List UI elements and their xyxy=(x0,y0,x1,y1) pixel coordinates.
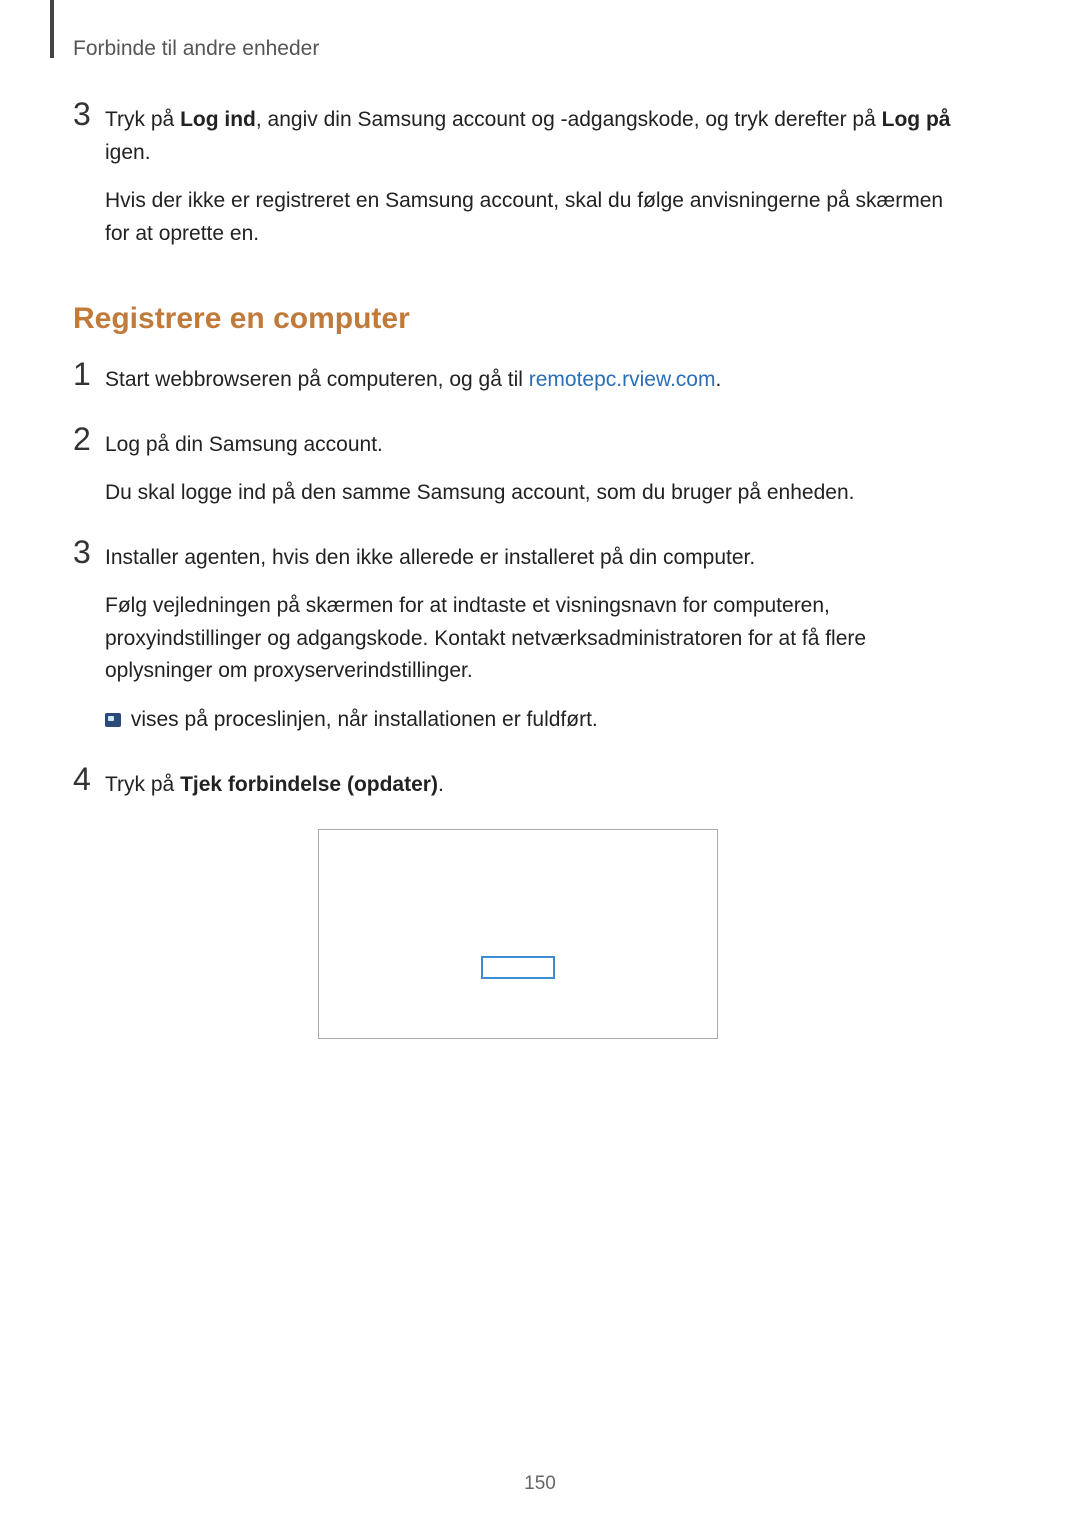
page-content: 3 Tryk på Log ind, angiv din Samsung acc… xyxy=(73,100,963,1039)
bold-text: Log på xyxy=(882,108,951,131)
top-step-3: 3 Tryk på Log ind, angiv din Samsung acc… xyxy=(73,100,963,250)
paragraph: Hvis der ikke er registreret en Samsung … xyxy=(105,185,963,250)
paragraph: Følg vejledningen på skærmen for at indt… xyxy=(105,590,963,688)
paragraph: vises på proceslinjen, når installatione… xyxy=(105,704,963,737)
step-body: Installer agenten, hvis den ikke allered… xyxy=(105,542,963,737)
step-body: Log på din Samsung account. Du skal logg… xyxy=(105,429,854,510)
bold-text: Tjek forbindelse (opdater) xyxy=(180,773,438,796)
paragraph: Start webbrowseren på computeren, og gå … xyxy=(105,364,721,397)
paragraph: Installer agenten, hvis den ikke allered… xyxy=(105,542,963,575)
monitor-tray-icon xyxy=(105,713,121,727)
step-body: Start webbrowseren på computeren, og gå … xyxy=(105,364,721,397)
step-number: 3 xyxy=(73,98,105,130)
step-number: 1 xyxy=(73,358,105,390)
screenshot-placeholder xyxy=(318,829,718,1039)
step-4: 4 Tryk på Tjek forbindelse (opdater). xyxy=(73,765,963,802)
paragraph: Tryk på Log ind, angiv din Samsung accou… xyxy=(105,104,963,169)
step-number: 4 xyxy=(73,763,105,795)
bold-text: Log ind xyxy=(180,108,256,131)
step-body: Tryk på Tjek forbindelse (opdater). xyxy=(105,769,444,802)
text: . xyxy=(438,773,444,796)
step-1: 1 Start webbrowseren på computeren, og g… xyxy=(73,360,963,397)
breadcrumb-header: Forbinde til andre enheder xyxy=(73,37,319,61)
text: , angiv din Samsung account og -adgangsk… xyxy=(256,108,882,131)
step-2: 2 Log på din Samsung account. Du skal lo… xyxy=(73,425,963,510)
text: . xyxy=(715,368,721,391)
highlighted-button-outline xyxy=(481,956,555,979)
link-text: remotepc.rview.com xyxy=(529,368,716,391)
paragraph: Log på din Samsung account. xyxy=(105,429,854,462)
text: Tryk på xyxy=(105,108,180,131)
paragraph: Tryk på Tjek forbindelse (opdater). xyxy=(105,769,444,802)
page-number: 150 xyxy=(0,1473,1080,1495)
text: igen. xyxy=(105,141,151,164)
header-rule xyxy=(50,0,54,58)
text: Tryk på xyxy=(105,773,180,796)
step-number: 3 xyxy=(73,536,105,568)
text: vises på proceslinjen, når installatione… xyxy=(125,708,598,731)
text: Start webbrowseren på computeren, og gå … xyxy=(105,368,529,391)
section-heading: Registrere en computer xyxy=(73,302,963,336)
step-body: Tryk på Log ind, angiv din Samsung accou… xyxy=(105,104,963,250)
step-number: 2 xyxy=(73,423,105,455)
paragraph: Du skal logge ind på den samme Samsung a… xyxy=(105,477,854,510)
step-3: 3 Installer agenten, hvis den ikke aller… xyxy=(73,538,963,737)
